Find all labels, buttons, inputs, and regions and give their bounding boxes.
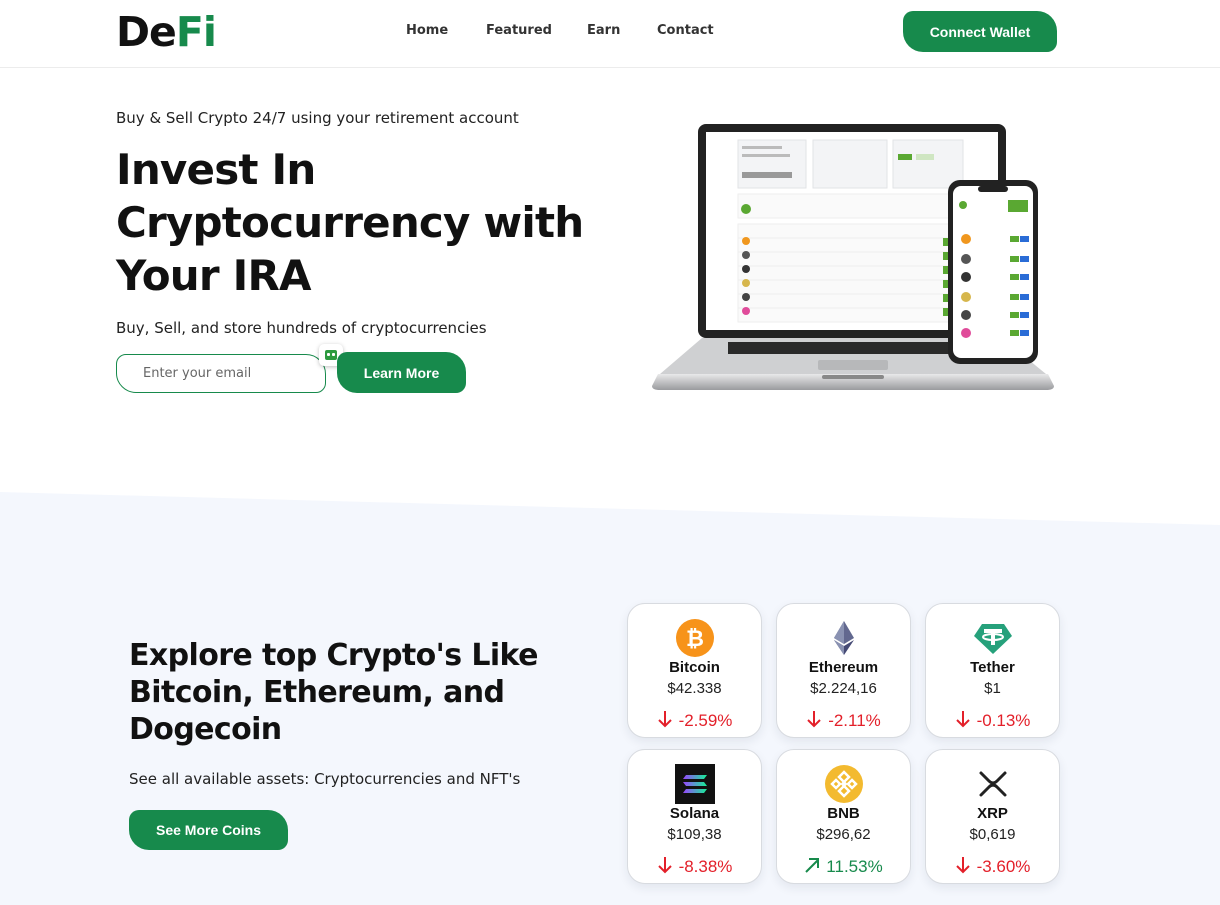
coin-name: Bitcoin	[669, 659, 720, 676]
laptop-phone-illustration	[652, 124, 1054, 390]
arrow-down-icon	[657, 857, 672, 874]
coin-price: $42.338	[667, 680, 722, 697]
explore-title: Explore top Crypto's Like Bitcoin, Ether…	[129, 638, 538, 747]
hero-tagline: Buy & Sell Crypto 24/7 using your retire…	[116, 109, 519, 127]
coin-name: Solana	[669, 805, 720, 822]
logo-text-fi: Fi	[175, 8, 217, 56]
coin-name: Ethereum	[808, 659, 879, 676]
nav-featured[interactable]: Featured	[486, 23, 552, 38]
coin-change-value: -0.13%	[976, 711, 1031, 730]
arrow-up-right-icon	[805, 858, 820, 873]
arrow-down-icon	[955, 711, 970, 728]
hero-subtitle: Buy, Sell, and store hundreds of cryptoc…	[116, 319, 487, 337]
ethereum-icon	[834, 621, 854, 655]
nav-contact[interactable]: Contact	[657, 23, 714, 38]
explore-subtitle: See all available assets: Cryptocurrenci…	[129, 770, 521, 788]
site-header: DeFi Home Featured Earn Contact Connect …	[0, 0, 1220, 68]
coin-change: 11.53%	[777, 856, 910, 877]
svg-text:₿: ₿	[686, 627, 704, 652]
nav-earn[interactable]: Earn	[587, 23, 620, 38]
connect-wallet-button[interactable]: Connect Wallet	[903, 11, 1057, 52]
tether-icon	[974, 624, 1012, 654]
coin-card-bnb[interactable]: BNB $296,62 11.53%	[776, 749, 911, 884]
email-input[interactable]	[116, 354, 326, 393]
logo[interactable]: DeFi	[116, 8, 217, 56]
coin-price: $0,619	[969, 826, 1016, 843]
coin-change: -3.60%	[926, 856, 1059, 877]
page: DeFi Home Featured Earn Contact Connect …	[0, 0, 1220, 905]
xrp-icon	[973, 764, 1013, 804]
learn-more-button[interactable]: Learn More	[337, 352, 466, 393]
coin-name: XRP	[977, 805, 1008, 822]
arrow-down-icon	[657, 711, 672, 728]
bitcoin-icon: ₿	[676, 619, 714, 657]
coin-price: $296,62	[816, 826, 871, 843]
bnb-icon	[825, 765, 863, 803]
see-more-coins-button[interactable]: See More Coins	[129, 810, 288, 850]
coin-card-ethereum[interactable]: Ethereum $2.224,16 -2.11%	[776, 603, 911, 738]
coin-card-bitcoin[interactable]: ₿ Bitcoin $42.338 -2.59%	[627, 603, 762, 738]
coin-card-xrp[interactable]: XRP $0,619 -3.60%	[925, 749, 1060, 884]
coin-card-tether[interactable]: Tether $1 -0.13%	[925, 603, 1060, 738]
arrow-down-icon	[955, 857, 970, 874]
solana-icon	[675, 764, 715, 804]
logo-text-de: De	[116, 8, 177, 56]
hero-title: Invest In Cryptocurrency with Your IRA	[116, 145, 584, 300]
coin-change: -2.59%	[628, 710, 761, 731]
coin-name: Tether	[970, 659, 1015, 676]
coin-change-value: -3.60%	[976, 857, 1031, 876]
arrow-down-icon	[807, 711, 821, 728]
nav-home[interactable]: Home	[406, 23, 448, 38]
coin-name: BNB	[827, 805, 860, 822]
coin-change-value: -8.38%	[678, 857, 733, 876]
coin-change: -2.11%	[777, 710, 910, 731]
coin-change-value: 11.53%	[826, 857, 883, 876]
coin-change: -0.13%	[926, 710, 1059, 731]
coin-price: $2.224,16	[810, 680, 877, 697]
coin-change-value: -2.59%	[678, 711, 733, 730]
coin-price: $109,38	[667, 826, 722, 843]
coin-card-solana[interactable]: Solana $109,38 -8.38%	[627, 749, 762, 884]
coin-change: -8.38%	[628, 856, 761, 877]
coin-change-value: -2.11%	[828, 711, 881, 730]
coin-price: $1	[984, 680, 1001, 697]
